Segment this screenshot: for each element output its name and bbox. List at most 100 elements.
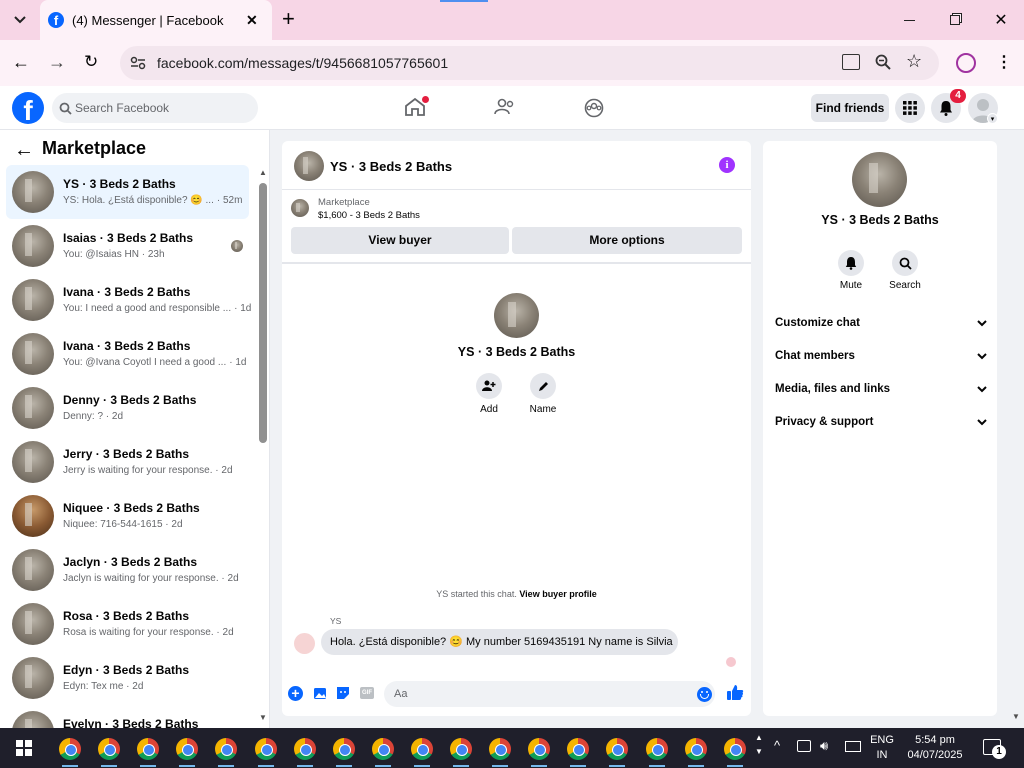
groups-icon[interactable]: [584, 98, 604, 118]
site-info-icon[interactable]: [130, 56, 146, 70]
chrome-taskbar-icon[interactable]: [489, 738, 512, 760]
back-arrow-icon[interactable]: ←: [14, 139, 34, 162]
view-buyer-profile-link[interactable]: View buyer profile: [519, 589, 596, 599]
install-app-icon[interactable]: [842, 54, 860, 70]
restore-button[interactable]: [932, 0, 978, 40]
reload-icon[interactable]: ↻: [84, 52, 98, 72]
read-receipt-avatar: [726, 657, 736, 667]
clock-time: 5:54 pm: [915, 734, 955, 746]
tab-search-button[interactable]: [8, 8, 32, 32]
section-privacy-support[interactable]: Privacy & support: [775, 411, 987, 433]
browser-menu-icon[interactable]: ⋮: [996, 52, 1012, 72]
language-indicator[interactable]: ENG IN: [866, 733, 898, 763]
sidebar-scrollbar[interactable]: ▲ ▼: [258, 168, 268, 728]
conversation-item[interactable]: Ivana · 3 Beds 2 Baths You: @Ivana Coyotl…: [6, 327, 249, 381]
section-customize-chat[interactable]: Customize chat: [775, 312, 987, 334]
message-composer-input[interactable]: Aa: [384, 681, 715, 707]
new-tab-button[interactable]: +: [282, 8, 295, 30]
scroll-up-icon[interactable]: ▲: [259, 168, 267, 177]
chrome-taskbar-icon[interactable]: [450, 738, 472, 760]
close-window-button[interactable]: ✕: [978, 0, 1024, 40]
conversation-item[interactable]: Isaias · 3 Beds 2 Baths You: @Isaias HN ·…: [6, 219, 249, 273]
conversation-name: Edyn · 3 Beds 2 Baths: [63, 663, 190, 677]
chevron-down-icon: [14, 16, 26, 24]
preview-text: You: @Ivana Coyotl I need a good ...: [63, 357, 227, 368]
conversation-item[interactable]: YS · 3 Beds 2 Baths YS: Hola. ¿Está dispo…: [6, 165, 249, 219]
conversation-item[interactable]: Jaclyn · 3 Beds 2 Baths Jaclyn is waiting…: [6, 543, 249, 597]
taskbar-running-indicator: [101, 765, 118, 767]
conversation-item[interactable]: Rosa · 3 Beds 2 Baths Rosa is waiting for…: [6, 597, 249, 651]
add-button[interactable]: [476, 373, 502, 399]
conversation-item[interactable]: Evelyn · 3 Beds 2 Baths: [6, 705, 249, 728]
chrome-taskbar-icon[interactable]: [59, 738, 81, 760]
chat-title[interactable]: YS · 3 Beds 2 Baths: [330, 159, 452, 174]
clock[interactable]: 5:54 pm 04/07/2025: [902, 733, 968, 763]
back-arrow-icon[interactable]: ←: [12, 52, 30, 73]
conversation-name: Ivana · 3 Beds 2 Baths: [63, 285, 191, 299]
account-chevron-icon: ▾: [987, 113, 998, 124]
photo-icon[interactable]: [313, 686, 327, 700]
show-hidden-icons-icon[interactable]: ^: [774, 738, 780, 753]
gif-icon[interactable]: GIF: [360, 687, 374, 699]
volume-icon[interactable]: 🔊︎: [820, 738, 828, 754]
conversation-item[interactable]: Niquee · 3 Beds 2 Baths Niquee: 716-544-1…: [6, 489, 249, 543]
page-scroll-down-icon[interactable]: ▼: [1012, 712, 1020, 721]
conversation-thumbnail: [12, 657, 54, 699]
minimize-icon: [903, 19, 915, 21]
windows-start-icon[interactable]: [16, 740, 32, 756]
taskbar-scroll-icon[interactable]: ▲ ▼: [755, 731, 763, 759]
conversation-name: Rosa · 3 Beds 2 Baths: [63, 609, 190, 623]
chrome-taskbar-icon[interactable]: [332, 738, 355, 760]
taskbar-running-indicator: [413, 765, 430, 767]
conversation-item[interactable]: Ivana · 3 Beds 2 Baths You: I need a good…: [6, 273, 251, 327]
more-actions-icon[interactable]: +: [288, 686, 303, 701]
minimize-button[interactable]: [886, 0, 932, 40]
profile-avatar-icon[interactable]: [956, 53, 976, 73]
chrome-taskbar-icon[interactable]: [254, 738, 277, 760]
chat-avatar[interactable]: [294, 151, 324, 181]
conversation-item[interactable]: Edyn · 3 Beds 2 Baths Edyn: Tex me · 2d: [6, 651, 249, 705]
search-conversation-button[interactable]: [892, 250, 918, 276]
chevron-down-icon: [977, 418, 987, 425]
scrollbar-thumb[interactable]: [259, 183, 267, 443]
view-buyer-button[interactable]: View buyer: [291, 227, 509, 254]
friends-icon[interactable]: [494, 98, 516, 116]
close-tab-icon[interactable]: ✕: [246, 12, 258, 29]
header-divider: [282, 189, 751, 190]
name-button[interactable]: [530, 373, 556, 399]
info-icon[interactable]: i: [719, 157, 735, 173]
browser-tab-messenger[interactable]: f (4) Messenger | Facebook ✕: [40, 0, 272, 40]
profile-avatar[interactable]: [494, 293, 539, 338]
facebook-search-input[interactable]: Search Facebook: [52, 93, 258, 123]
sticker-icon[interactable]: [336, 686, 350, 700]
add-label: Add: [480, 404, 498, 415]
meet-now-icon[interactable]: [797, 740, 811, 752]
conversation-item[interactable]: Jerry · 3 Beds 2 Baths Jerry is waiting f…: [6, 435, 249, 489]
address-bar[interactable]: facebook.com/messages/t/9456681057765601…: [120, 46, 939, 80]
thumbs-up-icon[interactable]: [726, 684, 744, 701]
scroll-down-icon[interactable]: ▼: [259, 713, 267, 722]
chrome-taskbar-icon[interactable]: [98, 738, 121, 760]
profile-name: YS · 3 Beds 2 Baths: [457, 345, 576, 359]
conversation-item[interactable]: Denny · 3 Beds 2 Baths Denny: ? · 2d: [6, 381, 249, 435]
info-avatar[interactable]: [852, 152, 907, 207]
forward-arrow-icon[interactable]: →: [48, 52, 66, 73]
bookmark-star-icon[interactable]: ☆: [906, 51, 922, 72]
more-options-button[interactable]: More options: [512, 227, 742, 254]
menu-button[interactable]: [895, 93, 925, 123]
chrome-taskbar-icon[interactable]: [293, 738, 316, 760]
chrome-taskbar-icon[interactable]: [723, 738, 746, 760]
chrome-taskbar-icon[interactable]: [410, 738, 433, 760]
chrome-taskbar-icon[interactable]: [684, 738, 707, 760]
find-friends-button[interactable]: Find friends: [811, 94, 889, 122]
network-icon[interactable]: [845, 741, 861, 752]
sender-avatar[interactable]: [294, 633, 315, 654]
section-media-files-links[interactable]: Media, files and links: [775, 378, 987, 400]
facebook-logo-icon[interactable]: f: [12, 92, 44, 124]
chrome-taskbar-icon[interactable]: [645, 738, 668, 760]
chrome-taskbar-icon[interactable]: [371, 738, 394, 760]
emoji-icon[interactable]: [697, 687, 712, 702]
section-chat-members[interactable]: Chat members: [775, 345, 987, 367]
mute-button[interactable]: [838, 250, 864, 276]
zoom-icon[interactable]: [875, 54, 891, 70]
